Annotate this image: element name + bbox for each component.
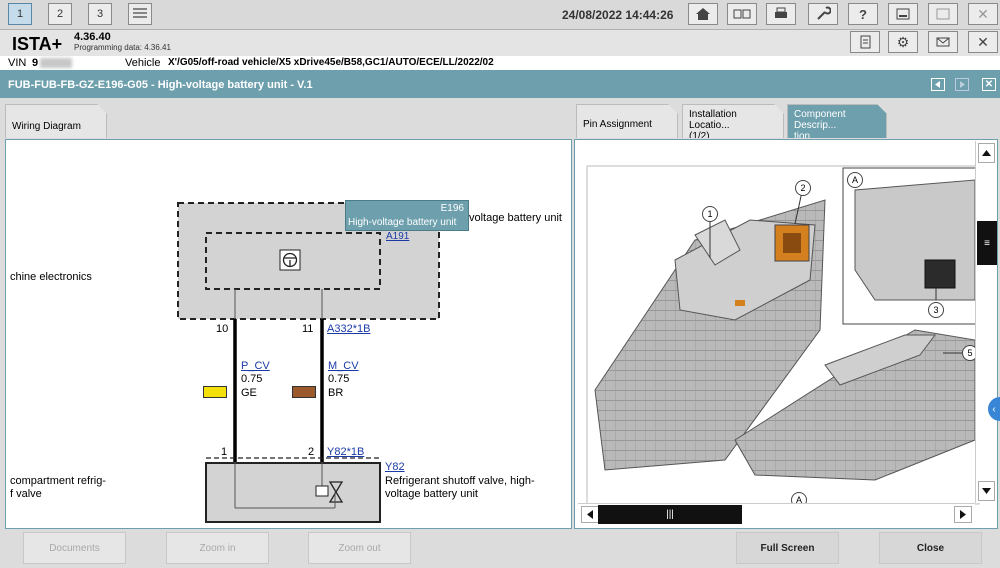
vehicle-info-icon[interactable] bbox=[727, 3, 757, 25]
horizontal-scrollbar[interactable]: ||| bbox=[578, 503, 975, 525]
wire-right-color: BR bbox=[328, 387, 344, 399]
tab-installation-location[interactable]: Installation Locatio... (1/2) bbox=[682, 104, 784, 138]
help-icon[interactable]: ? bbox=[848, 3, 878, 25]
vin-redacted bbox=[40, 58, 72, 68]
page-title-bar: FUB-FUB-FB-GZ-E196-G05 - High-voltage ba… bbox=[0, 70, 1000, 98]
scroll-up-icon[interactable] bbox=[978, 143, 995, 163]
full-screen-button[interactable]: Full Screen bbox=[736, 532, 839, 564]
app-version: 4.36.40 bbox=[74, 31, 111, 43]
wrench-icon[interactable] bbox=[808, 3, 838, 25]
window-icon[interactable] bbox=[928, 3, 958, 25]
home-icon[interactable] bbox=[688, 3, 718, 25]
callout-2: 2 bbox=[795, 180, 811, 196]
pin-left-bottom: 1 bbox=[221, 446, 228, 458]
app-name: ISTA+ bbox=[12, 34, 63, 54]
lower-component-description-1: Refrigerant shutoff valve, high- bbox=[385, 475, 535, 487]
lower-component-description-2: voltage battery unit bbox=[385, 488, 478, 500]
prev-icon[interactable] bbox=[931, 78, 945, 91]
vehicle-label: Vehicle bbox=[125, 57, 161, 69]
top-toolbar: 1 2 3 24/08/2022 14:44:26 ? ✕ bbox=[0, 0, 1000, 30]
next-icon[interactable] bbox=[955, 78, 969, 91]
wire-left-size: 0.75 bbox=[241, 373, 263, 385]
upper-component-link[interactable]: A191 bbox=[386, 231, 409, 242]
bottom-toolbar: Documents Zoom in Zoom out Full Screen C… bbox=[0, 529, 1000, 568]
settings-icon[interactable]: ⚙ bbox=[888, 31, 918, 53]
session-tab-1[interactable]: 1 bbox=[8, 3, 32, 25]
session-tab-label: 3 bbox=[96, 8, 104, 20]
zoom-in-button[interactable]: Zoom in bbox=[166, 532, 269, 564]
left-upper-label: chine electronics bbox=[10, 271, 92, 283]
left-lower-label-2: f valve bbox=[10, 488, 42, 500]
tab-label: Component Descrip... bbox=[794, 109, 846, 131]
wire-left-name-link[interactable]: P_CV bbox=[241, 360, 270, 372]
close-button[interactable]: Close bbox=[879, 532, 982, 564]
pin-right-bottom: 2 bbox=[308, 446, 315, 458]
component-tooltip: E196 High-voltage battery unit bbox=[345, 200, 469, 231]
vin-value: 9 bbox=[32, 57, 39, 69]
callout-a-inset: A bbox=[847, 172, 863, 188]
print-icon[interactable] bbox=[766, 3, 796, 25]
title-close-icon[interactable]: ✕ bbox=[982, 78, 996, 91]
component-image-panel: 1 2 A 3 5 A bbox=[574, 139, 998, 529]
scroll-down-icon[interactable] bbox=[978, 481, 995, 501]
yellow-wire-swatch bbox=[203, 386, 227, 398]
brown-wire-swatch bbox=[292, 386, 316, 398]
wiring-diagram-svg bbox=[177, 202, 440, 523]
mail-icon[interactable] bbox=[928, 31, 958, 53]
wire-right-name-link[interactable]: M_CV bbox=[328, 360, 359, 372]
document-icon[interactable] bbox=[850, 31, 880, 53]
lower-component-link[interactable]: Y82 bbox=[385, 461, 405, 473]
valve-coil-icon bbox=[315, 485, 329, 497]
tab-label: Pin Assignment bbox=[583, 119, 652, 130]
tab-component-description[interactable]: Component Descrip... tion bbox=[787, 104, 887, 138]
tab-label: Installation Locatio... bbox=[689, 109, 737, 131]
app-close-icon[interactable]: ✕ bbox=[968, 31, 998, 53]
wiring-diagram-panel: E196 High-voltage battery unit voltage b… bbox=[5, 139, 572, 529]
wire-left-color: GE bbox=[241, 387, 257, 399]
pin-left-top: 10 bbox=[216, 323, 229, 335]
tab-pin-assignment[interactable]: Pin Assignment bbox=[576, 104, 678, 138]
lower-component-box bbox=[205, 462, 381, 523]
programming-data: Programming data: 4.36.41 bbox=[74, 43, 171, 52]
app-header: ISTA+ 4.36.40 Programming data: 4.36.41 … bbox=[0, 30, 1000, 56]
connector-bottom-link[interactable]: Y82*1B bbox=[327, 446, 364, 458]
session-tab-2[interactable]: 2 bbox=[48, 3, 72, 25]
tab-label: Wiring Diagram bbox=[12, 121, 81, 132]
pin-right-top: 11 bbox=[302, 323, 314, 335]
tooltip-name: High-voltage battery unit bbox=[348, 217, 457, 228]
list-icon[interactable] bbox=[128, 3, 152, 25]
session-tab-label: 1 bbox=[16, 8, 24, 20]
session-tab-3[interactable]: 3 bbox=[88, 3, 112, 25]
zoom-out-button[interactable]: Zoom out bbox=[308, 532, 411, 564]
page-title: FUB-FUB-FB-GZ-E196-G05 - High-voltage ba… bbox=[8, 79, 313, 91]
callout-1: 1 bbox=[702, 206, 718, 222]
upper-component-description: voltage battery unit bbox=[469, 212, 562, 224]
datetime: 24/08/2022 14:44:26 bbox=[562, 8, 674, 22]
session-tab-label: 2 bbox=[56, 8, 64, 20]
scroll-left-icon[interactable] bbox=[581, 506, 599, 523]
wire-right-size: 0.75 bbox=[328, 373, 350, 385]
tab-bar: Wiring Diagram Pin Assignment Installati… bbox=[0, 98, 1000, 140]
vertical-scrollbar[interactable]: ≡ bbox=[975, 141, 997, 503]
vertical-scroll-thumb[interactable]: ≡ bbox=[977, 221, 997, 265]
tooltip-code: E196 bbox=[440, 203, 464, 214]
minimize-icon[interactable] bbox=[888, 3, 918, 25]
connector-top-link[interactable]: A332*1B bbox=[327, 323, 370, 335]
vin-label: VIN bbox=[8, 57, 27, 69]
scroll-right-icon[interactable] bbox=[954, 506, 972, 523]
vehicle-bar: VIN 9 Vehicle X'/G05/off-road vehicle/X5… bbox=[0, 56, 1000, 70]
callout-3: 3 bbox=[928, 302, 944, 318]
left-lower-label-1: compartment refrig- bbox=[10, 475, 106, 487]
documents-button[interactable]: Documents bbox=[23, 532, 126, 564]
vehicle-value: X'/G05/off-road vehicle/X5 xDrive45e/B58… bbox=[168, 57, 494, 68]
horizontal-scroll-thumb[interactable]: ||| bbox=[598, 505, 742, 524]
battery-unit-illustration bbox=[586, 165, 980, 505]
close-icon[interactable]: ✕ bbox=[968, 3, 998, 25]
tab-wiring-diagram[interactable]: Wiring Diagram bbox=[5, 104, 107, 138]
